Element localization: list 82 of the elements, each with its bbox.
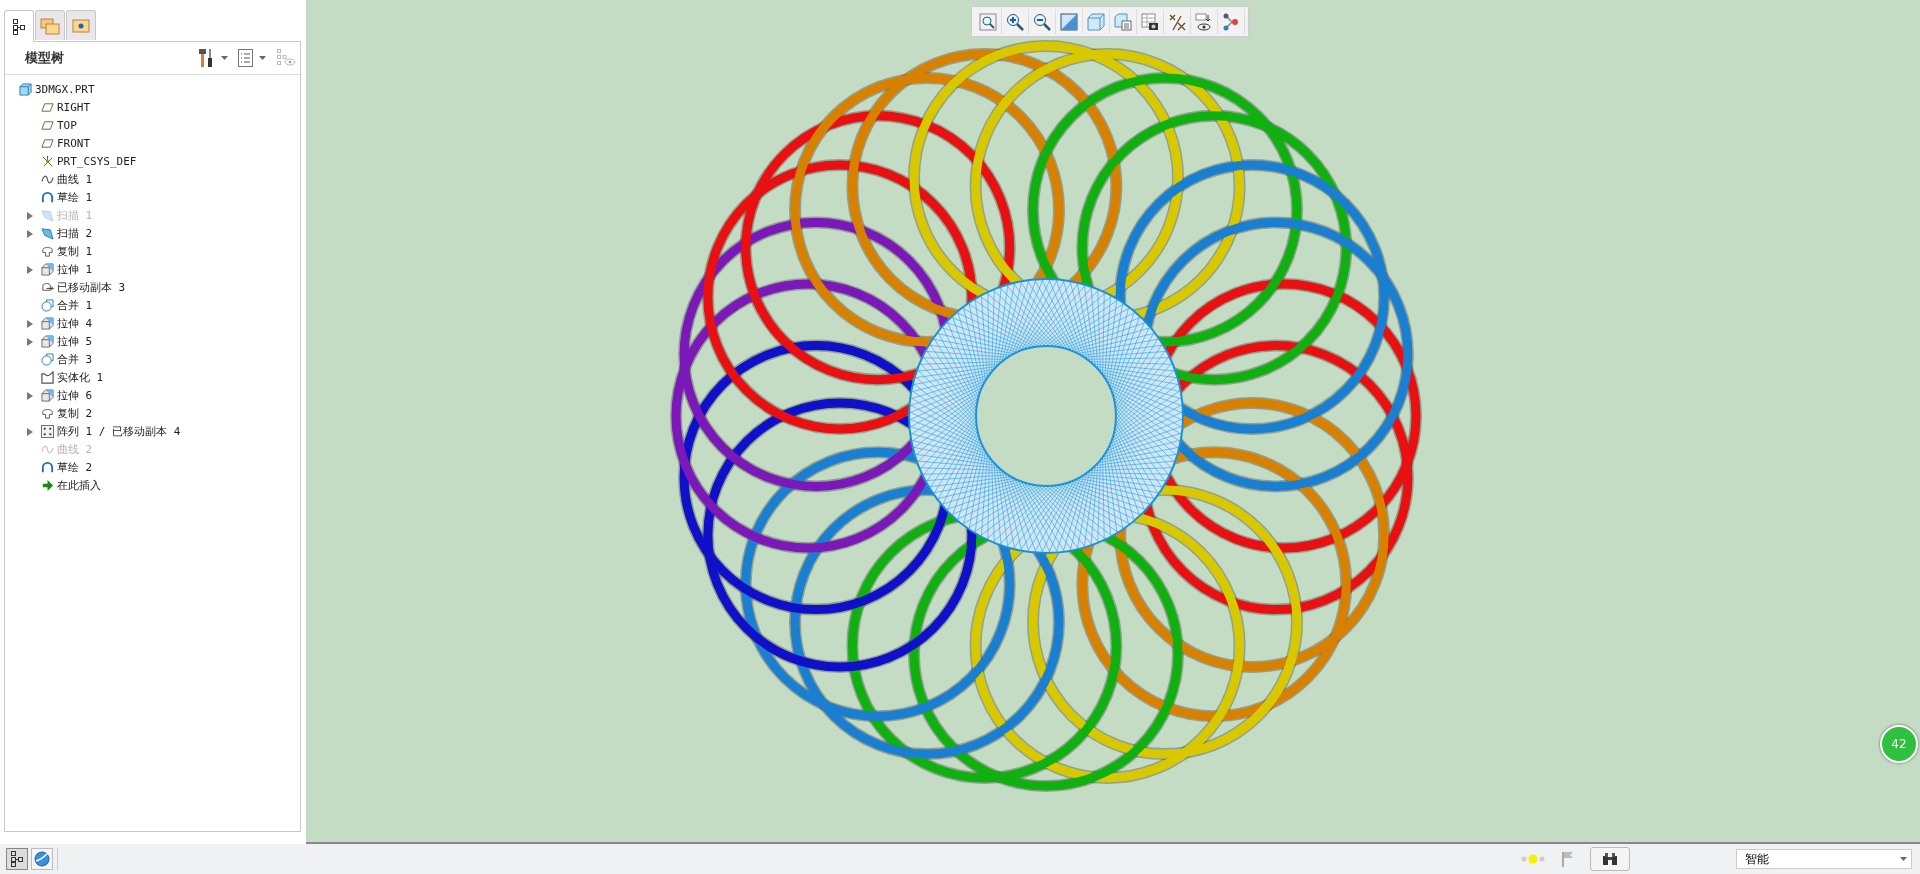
sketch-icon [41, 191, 54, 204]
table-camera-icon [1141, 12, 1159, 31]
tree-item[interactable]: 3DMGX.PRT [19, 80, 95, 98]
extrude-icon [41, 317, 54, 330]
tree-hidden-icon [276, 49, 296, 67]
list-icon [238, 49, 253, 67]
sweep-icon [41, 227, 54, 240]
pattern-icon [41, 425, 54, 438]
repaint-icon [1060, 12, 1078, 31]
tree-item[interactable]: 扫描 2 [41, 224, 93, 243]
tree-icon [10, 851, 24, 867]
tree-item[interactable]: 复制 2 [41, 404, 93, 423]
caret-icon [221, 56, 228, 60]
message-light-icon [1520, 854, 1546, 864]
zoom-out-icon [1033, 12, 1051, 31]
tree-icon [12, 18, 26, 35]
expand-arrow-icon[interactable] [27, 229, 33, 238]
tree-item[interactable]: 复制 1 [41, 242, 93, 261]
tree-item[interactable]: FRONT [41, 134, 91, 153]
tree-item[interactable]: 拉伸 4 [41, 314, 93, 333]
saved-views-icon [1114, 12, 1132, 31]
hammer-screwdriver-icon [197, 48, 215, 68]
tree-item[interactable]: 曲线 1 [41, 170, 93, 189]
nodes-icon [1222, 12, 1240, 31]
arrow-icon [41, 479, 54, 492]
settings-button[interactable] [197, 48, 228, 68]
moved-copy-icon [41, 281, 54, 294]
globe-icon [34, 851, 50, 867]
tree-item[interactable]: 草绘 2 [41, 458, 93, 477]
plane-icon [41, 137, 54, 150]
flag-icon [1562, 851, 1574, 867]
copy-icon [41, 407, 54, 420]
tree-item[interactable]: 在此插入 [41, 476, 101, 495]
extrude-icon [41, 263, 54, 276]
tree-item[interactable]: 拉伸 1 [41, 260, 93, 279]
extrude-icon [41, 335, 54, 348]
datum-icon [1168, 12, 1186, 31]
solidify-icon [41, 371, 54, 384]
tree-item[interactable]: 已移动副本 3 [41, 278, 126, 297]
tree-item[interactable]: 实体化 1 [41, 368, 104, 387]
sweep-icon [41, 209, 54, 222]
expand-arrow-icon[interactable] [27, 265, 33, 274]
filter-dropdown[interactable]: 智能 [1736, 849, 1912, 869]
status-button[interactable] [31, 848, 53, 870]
tree-item[interactable]: 合并 3 [41, 350, 93, 369]
tree-item[interactable]: 拉伸 5 [41, 332, 93, 351]
tree-item[interactable]: RIGHT [41, 98, 91, 117]
plane-icon [41, 101, 54, 114]
refit-icon [979, 12, 997, 31]
status-button[interactable] [6, 848, 28, 870]
merge-icon [41, 353, 54, 366]
csys-icon [41, 155, 54, 168]
tree-item[interactable]: TOP [41, 116, 77, 135]
eye-icon [1195, 12, 1213, 31]
curve-icon [41, 443, 54, 456]
caret-icon [1900, 857, 1907, 861]
expand-arrow-icon[interactable] [27, 319, 33, 328]
caret-icon [259, 56, 266, 60]
panel-title: 模型树 [25, 49, 64, 67]
cube-icon [19, 82, 32, 96]
tree-item[interactable]: 阵列 1 / 已移动副本 4 [41, 422, 181, 441]
tree-item[interactable]: 合并 1 [41, 296, 93, 315]
expand-arrow-icon[interactable] [27, 337, 33, 346]
tree-item[interactable]: 草绘 1 [41, 188, 93, 207]
binoculars-icon [1602, 852, 1618, 866]
expand-arrow-icon[interactable] [27, 427, 33, 436]
plane-icon [41, 119, 54, 132]
merge-icon [41, 299, 54, 312]
folder-icon [72, 18, 90, 33]
tree-item[interactable]: PRT_CSYS_DEF [41, 152, 137, 171]
show-button[interactable] [238, 49, 266, 67]
curve-icon [41, 173, 54, 186]
sketch-icon [41, 461, 54, 474]
tree-item[interactable]: 拉伸 6 [41, 386, 93, 405]
zoom-in-icon [1006, 12, 1024, 31]
extrude-icon [41, 389, 54, 402]
copy-icon [41, 245, 54, 258]
panel-tab[interactable] [4, 10, 34, 42]
find-button[interactable] [1590, 847, 1630, 871]
expand-arrow-icon[interactable] [27, 391, 33, 400]
cube-icon [1087, 12, 1105, 31]
folders-icon [40, 16, 60, 35]
